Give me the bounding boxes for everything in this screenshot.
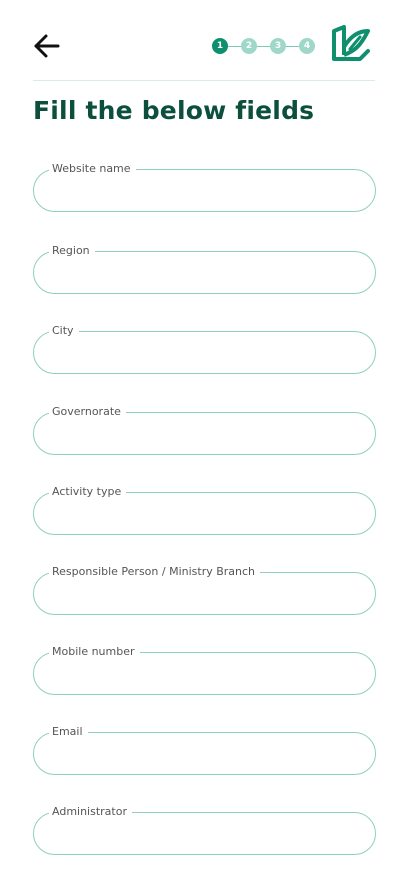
responsible-person-field[interactable]: Responsible Person / Ministry Branch (33, 564, 376, 615)
field-label: Administrator (49, 804, 132, 819)
website-name-field[interactable]: Website name (33, 161, 376, 212)
governorate-input[interactable] (51, 420, 356, 448)
step-connector (286, 45, 299, 47)
field-label: Activity type (49, 484, 127, 499)
step-2[interactable]: 2 (241, 38, 257, 54)
field-label: Mobile number (49, 644, 140, 659)
administrator-field[interactable]: Administrator (33, 804, 376, 855)
page-title: Fill the below fields (33, 96, 315, 125)
leaf-logo-icon (330, 25, 372, 61)
step-3[interactable]: 3 (270, 38, 286, 54)
field-label: Region (49, 243, 95, 258)
responsible-person-input[interactable] (51, 580, 356, 608)
field-label: Website name (49, 161, 136, 176)
field-label: City (49, 323, 79, 338)
step-connector (257, 45, 270, 47)
governorate-field[interactable]: Governorate (33, 404, 376, 455)
field-label: Email (49, 724, 88, 739)
step-4[interactable]: 4 (299, 38, 315, 54)
region-field[interactable]: Region (33, 243, 376, 294)
website-name-input[interactable] (51, 177, 356, 205)
region-input[interactable] (51, 259, 356, 287)
step-1[interactable]: 1 (212, 38, 228, 54)
administrator-input[interactable] (51, 820, 356, 848)
city-field[interactable]: City (33, 323, 376, 374)
activity-type-field[interactable]: Activity type (33, 484, 376, 535)
arrow-left-icon[interactable] (33, 33, 61, 59)
mobile-number-input[interactable] (51, 660, 356, 688)
field-label: Responsible Person / Ministry Branch (49, 564, 261, 579)
header-divider (33, 80, 375, 81)
top-bar: 1 2 3 4 (0, 0, 408, 82)
step-connector (228, 45, 241, 47)
city-input[interactable] (51, 339, 356, 367)
field-label: Governorate (49, 404, 126, 419)
progress-stepper: 1 2 3 4 (212, 38, 316, 54)
activity-type-input[interactable] (51, 500, 356, 528)
email-input[interactable] (51, 740, 356, 768)
mobile-number-field[interactable]: Mobile number (33, 644, 376, 695)
email-field[interactable]: Email (33, 724, 376, 775)
